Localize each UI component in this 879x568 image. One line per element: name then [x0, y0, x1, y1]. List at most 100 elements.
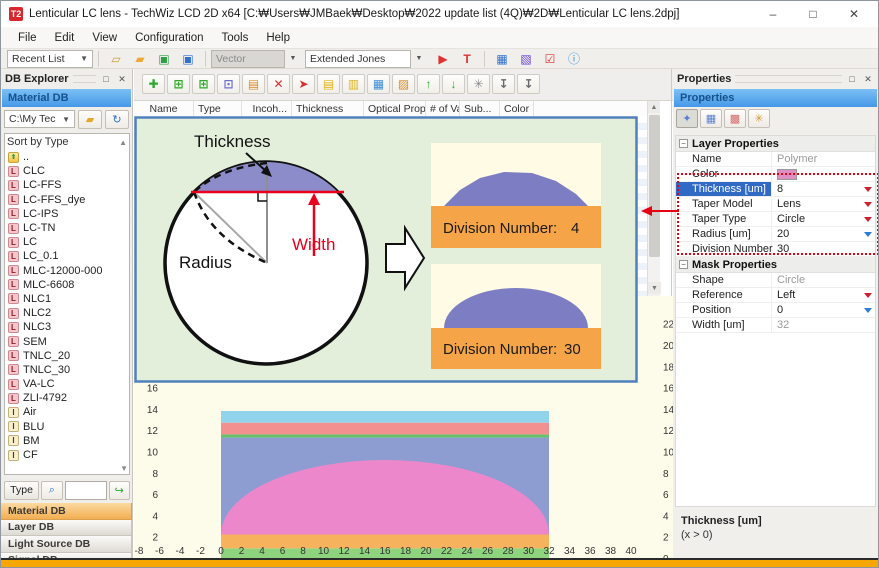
- material-list-item[interactable]: L LC-TN: [5, 221, 129, 235]
- scrollbar-down-icon[interactable]: ▼: [648, 282, 661, 294]
- vector-combo-arrow[interactable]: ▼: [286, 49, 300, 68]
- insert-below-icon[interactable]: ⊞: [192, 74, 215, 94]
- material-list-item[interactable]: L SEM: [5, 334, 129, 348]
- material-list-item[interactable]: I Air: [5, 405, 129, 419]
- memo-icon[interactable]: ▤: [317, 74, 340, 94]
- material-list-item[interactable]: ..: [5, 150, 129, 164]
- vector-combo[interactable]: Vector: [211, 49, 285, 68]
- move-icon[interactable]: ➤: [292, 74, 315, 94]
- delete-icon[interactable]: ✕: [267, 74, 290, 94]
- property-row-name[interactable]: Name Polymer: [676, 152, 875, 167]
- material-list-item[interactable]: L NLC3: [5, 320, 129, 334]
- property-row-thickness[interactable]: Thickness [um] 8: [676, 182, 875, 197]
- material-list-item[interactable]: I CF: [5, 448, 129, 462]
- column-header[interactable]: Thickness: [292, 101, 364, 116]
- move-down-icon[interactable]: ↓: [442, 74, 465, 94]
- collapse-icon[interactable]: −: [679, 260, 688, 269]
- analysis-icon[interactable]: ▧: [515, 49, 537, 68]
- property-row-color[interactable]: Color: [676, 167, 875, 182]
- collapse-icon[interactable]: −: [679, 139, 688, 148]
- mask-properties-group[interactable]: − Mask Properties: [676, 257, 875, 273]
- column-header[interactable]: Type: [194, 101, 242, 116]
- menu-item[interactable]: View: [83, 30, 126, 46]
- sort-header[interactable]: Sort by Type ▲: [5, 134, 129, 150]
- property-row-reference[interactable]: Reference Left: [676, 288, 875, 303]
- panel-float-button[interactable]: □: [100, 73, 112, 85]
- browse-folder-button[interactable]: ▰: [78, 109, 102, 129]
- material-list-item[interactable]: I BM: [5, 434, 129, 448]
- material-list-item[interactable]: L ZLI-4792: [5, 391, 129, 405]
- property-row-shape[interactable]: Shape Circle: [676, 273, 875, 288]
- save-all-icon[interactable]: ▣: [177, 49, 199, 68]
- scroll-down-icon[interactable]: ▼: [120, 464, 128, 473]
- material-list-item[interactable]: L LC_0.1: [5, 249, 129, 263]
- material-list-item[interactable]: L LC-FFS_dye: [5, 193, 129, 207]
- menu-item[interactable]: Configuration: [126, 30, 212, 46]
- paste-icon[interactable]: ▤: [242, 74, 265, 94]
- property-row-taper-model[interactable]: Taper Model Lens: [676, 197, 875, 212]
- property-row-position[interactable]: Position 0: [676, 303, 875, 318]
- layer-properties-group[interactable]: − Layer Properties: [676, 136, 875, 152]
- panel-float-button[interactable]: □: [846, 73, 858, 85]
- grid-view-button[interactable]: ▦: [700, 108, 722, 128]
- run-icon[interactable]: ▶: [432, 49, 454, 68]
- db-path-combo[interactable]: C:\My Tech\ ▼: [4, 110, 75, 128]
- filter-input[interactable]: [64, 480, 107, 500]
- layer-stack-icon[interactable]: ▦: [491, 49, 513, 68]
- material-list-item[interactable]: L TNLC_20: [5, 349, 129, 363]
- scrollbar-thumb[interactable]: [649, 115, 660, 257]
- search-button[interactable]: ⌕: [41, 480, 63, 500]
- menu-item[interactable]: Tools: [212, 30, 257, 46]
- refresh-button[interactable]: ↻: [105, 109, 129, 129]
- material-list-item[interactable]: L LC: [5, 235, 129, 249]
- export-icon[interactable]: ↧: [517, 74, 540, 94]
- menu-item[interactable]: Edit: [46, 30, 84, 46]
- techwiz-run-icon[interactable]: T: [456, 49, 478, 68]
- info-icon[interactable]: ⓘ: [563, 49, 585, 68]
- property-row-division-number[interactable]: Division Number 30: [676, 242, 875, 257]
- color-swatch[interactable]: [777, 168, 797, 180]
- categorized-view-button[interactable]: ✦: [676, 108, 698, 128]
- material-list-item[interactable]: L TNLC_30: [5, 363, 129, 377]
- move-up-icon[interactable]: ↑: [417, 74, 440, 94]
- table-scrollbar[interactable]: ▲ ▼: [647, 101, 661, 296]
- property-row-taper-type[interactable]: Taper Type Circle: [676, 212, 875, 227]
- column-header[interactable]: Sub...: [460, 101, 500, 116]
- scrollbar-up-icon[interactable]: ▲: [648, 101, 660, 113]
- apply-filter-button[interactable]: ↪: [108, 480, 130, 500]
- save-icon[interactable]: ▣: [153, 49, 175, 68]
- formalism-combo[interactable]: Extended Jones: [305, 49, 411, 68]
- new-file-icon[interactable]: ▱: [105, 49, 127, 68]
- add-icon[interactable]: ✚: [142, 74, 165, 94]
- import-icon[interactable]: ↧: [492, 74, 515, 94]
- column-header[interactable]: Optical Property: [364, 101, 426, 116]
- menu-item[interactable]: Help: [257, 30, 299, 46]
- panel-close-button[interactable]: ✕: [862, 73, 874, 85]
- material-list-item[interactable]: L LC-FFS: [5, 178, 129, 192]
- property-row-width[interactable]: Width [um] 32: [676, 318, 875, 333]
- memo-alt-icon[interactable]: ▥: [342, 74, 365, 94]
- column-header[interactable]: Name: [134, 101, 194, 116]
- menu-item[interactable]: File: [9, 30, 46, 46]
- scroll-up-icon[interactable]: ▲: [119, 138, 127, 147]
- material-list-item[interactable]: L NLC2: [5, 306, 129, 320]
- close-button[interactable]: ✕: [834, 1, 874, 27]
- summary-icon[interactable]: ▨: [392, 74, 415, 94]
- settings-button[interactable]: ✳: [748, 108, 770, 128]
- align-center-icon[interactable]: ✳: [467, 74, 490, 94]
- columns-icon[interactable]: ▦: [367, 74, 390, 94]
- type-filter-button[interactable]: Type: [4, 480, 40, 500]
- insert-above-icon[interactable]: ⊞: [167, 74, 190, 94]
- column-header[interactable]: Color: [500, 101, 535, 116]
- copy-icon[interactable]: ⊡: [217, 74, 240, 94]
- panel-close-button[interactable]: ✕: [116, 73, 128, 85]
- open-icon[interactable]: ▰: [129, 49, 151, 68]
- material-list-item[interactable]: L CLC: [5, 164, 129, 178]
- column-header[interactable]: # of Variable: [426, 101, 460, 116]
- formalism-combo-arrow[interactable]: ▼: [412, 49, 426, 68]
- material-list-item[interactable]: L MLC-12000-000: [5, 264, 129, 278]
- recent-list-combo[interactable]: Recent List ▼: [7, 49, 93, 68]
- column-header[interactable]: Incoh...: [242, 101, 292, 116]
- material-list-item[interactable]: L LC-IPS: [5, 207, 129, 221]
- material-list-item[interactable]: L MLC-6608: [5, 278, 129, 292]
